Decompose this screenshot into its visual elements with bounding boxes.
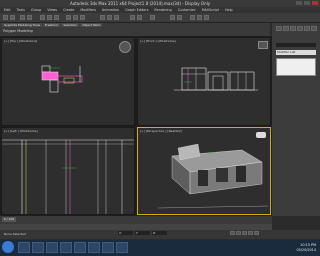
system-clock[interactable]: 10:15 PM 05/20/2014 [296,243,316,252]
percent-snap-icon[interactable] [114,15,119,20]
taskbar-explorer-icon[interactable] [18,242,30,253]
frame-counter[interactable]: 0 / 100 [2,217,16,222]
taskbar-media-icon[interactable] [60,242,72,253]
move-icon[interactable] [66,15,71,20]
taskbar-folder-icon[interactable] [46,242,58,253]
selection-status: None Selected [4,232,26,236]
select-icon[interactable] [40,15,45,20]
region-select-icon[interactable] [54,15,59,20]
front-wireframe [174,67,258,91]
viewport-top[interactable]: [+] [Top ] [Wireframe] [1,37,135,126]
viewport-left[interactable]: [+] [Left ] [Wireframe] [1,127,135,215]
perspective-scene [157,143,269,209]
start-button[interactable] [2,241,14,253]
link-icon[interactable] [20,15,25,20]
viewport-front[interactable]: [+] [Front ] [Wireframe] [137,37,271,126]
tab-selection[interactable]: Selection [61,23,80,27]
render-frame-icon[interactable] [197,15,202,20]
play-icon[interactable] [242,231,247,235]
viewport-area: [+] [Top ] [Wireframe] [+] [Front ] [Wir… [0,36,272,216]
render-setup-icon[interactable] [190,15,195,20]
taskbar-app2-icon[interactable] [102,242,114,253]
viewport-perspective[interactable]: [+] [Perspective ] [Realistic] [137,127,271,215]
goto-end-icon[interactable] [254,231,259,235]
viewcube-persp-icon[interactable] [256,132,266,138]
material-editor-icon[interactable] [177,15,182,20]
viewcube-front-icon[interactable] [258,41,268,49]
utilities-tab-icon[interactable] [311,26,317,31]
time-slider[interactable] [0,216,272,224]
rotate-icon[interactable] [73,15,78,20]
y-field[interactable]: Y: [135,231,150,235]
modifier-stack[interactable] [276,58,316,76]
motion-tab-icon[interactable] [297,26,303,31]
close-button[interactable] [312,1,318,5]
clock-time: 10:15 PM [300,243,316,247]
tab-graphite-modeling[interactable]: Graphite Modeling Tools [2,23,43,27]
undo-icon[interactable] [3,15,8,20]
ribbon-panel-label[interactable]: Polygon Modeling [3,29,33,33]
modifier-list-label: Modifier List [277,50,296,54]
left-wireframe [2,139,134,214]
select-by-name-icon[interactable] [47,15,52,20]
goto-start-icon[interactable] [230,231,235,235]
coordinate-fields: X: Y: Z: [118,231,167,235]
z-field[interactable]: Z: [152,231,167,235]
taskbar-3dsmax-icon[interactable] [116,242,128,253]
mirror-icon[interactable] [130,15,135,20]
object-name-field[interactable] [276,43,316,47]
top-wireframe [41,65,83,93]
prev-frame-icon[interactable] [236,231,241,235]
clock-date: 05/20/2014 [296,247,316,252]
modify-tab-icon[interactable] [283,26,289,31]
taskbar-browser-icon[interactable] [32,242,44,253]
taskbar-chrome-icon[interactable] [74,242,86,253]
scale-icon[interactable] [80,15,85,20]
window-controls [296,1,318,5]
tab-freeform[interactable]: Freeform [43,23,61,27]
minimize-button[interactable] [296,1,302,5]
maximize-button[interactable] [304,1,310,5]
render-teapot-icon[interactable] [204,15,209,20]
taskbar-app-icon[interactable] [88,242,100,253]
curve-editor-icon[interactable] [170,15,175,20]
x-field[interactable]: X: [118,231,133,235]
animation-controls [230,231,259,235]
tab-object-paint[interactable]: Object Paint [80,23,103,27]
unlink-icon[interactable] [27,15,32,20]
window-title: Autodesk 3ds Max 2011 x64 Project1 8 (20… [70,1,211,6]
hierarchy-tab-icon[interactable] [290,26,296,31]
align-icon[interactable] [137,15,142,20]
viewcube-icon[interactable] [119,41,131,53]
redo-icon[interactable] [10,15,15,20]
ribbon-tabs: Graphite Modeling Tools Freeform Selecti… [2,23,103,27]
angle-snap-icon[interactable] [107,15,112,20]
snap-icon[interactable] [100,15,105,20]
next-frame-icon[interactable] [248,231,253,235]
main-toolbar [0,13,320,23]
layer-icon[interactable] [150,15,155,20]
create-tab-icon[interactable] [276,26,282,31]
display-tab-icon[interactable] [304,26,310,31]
